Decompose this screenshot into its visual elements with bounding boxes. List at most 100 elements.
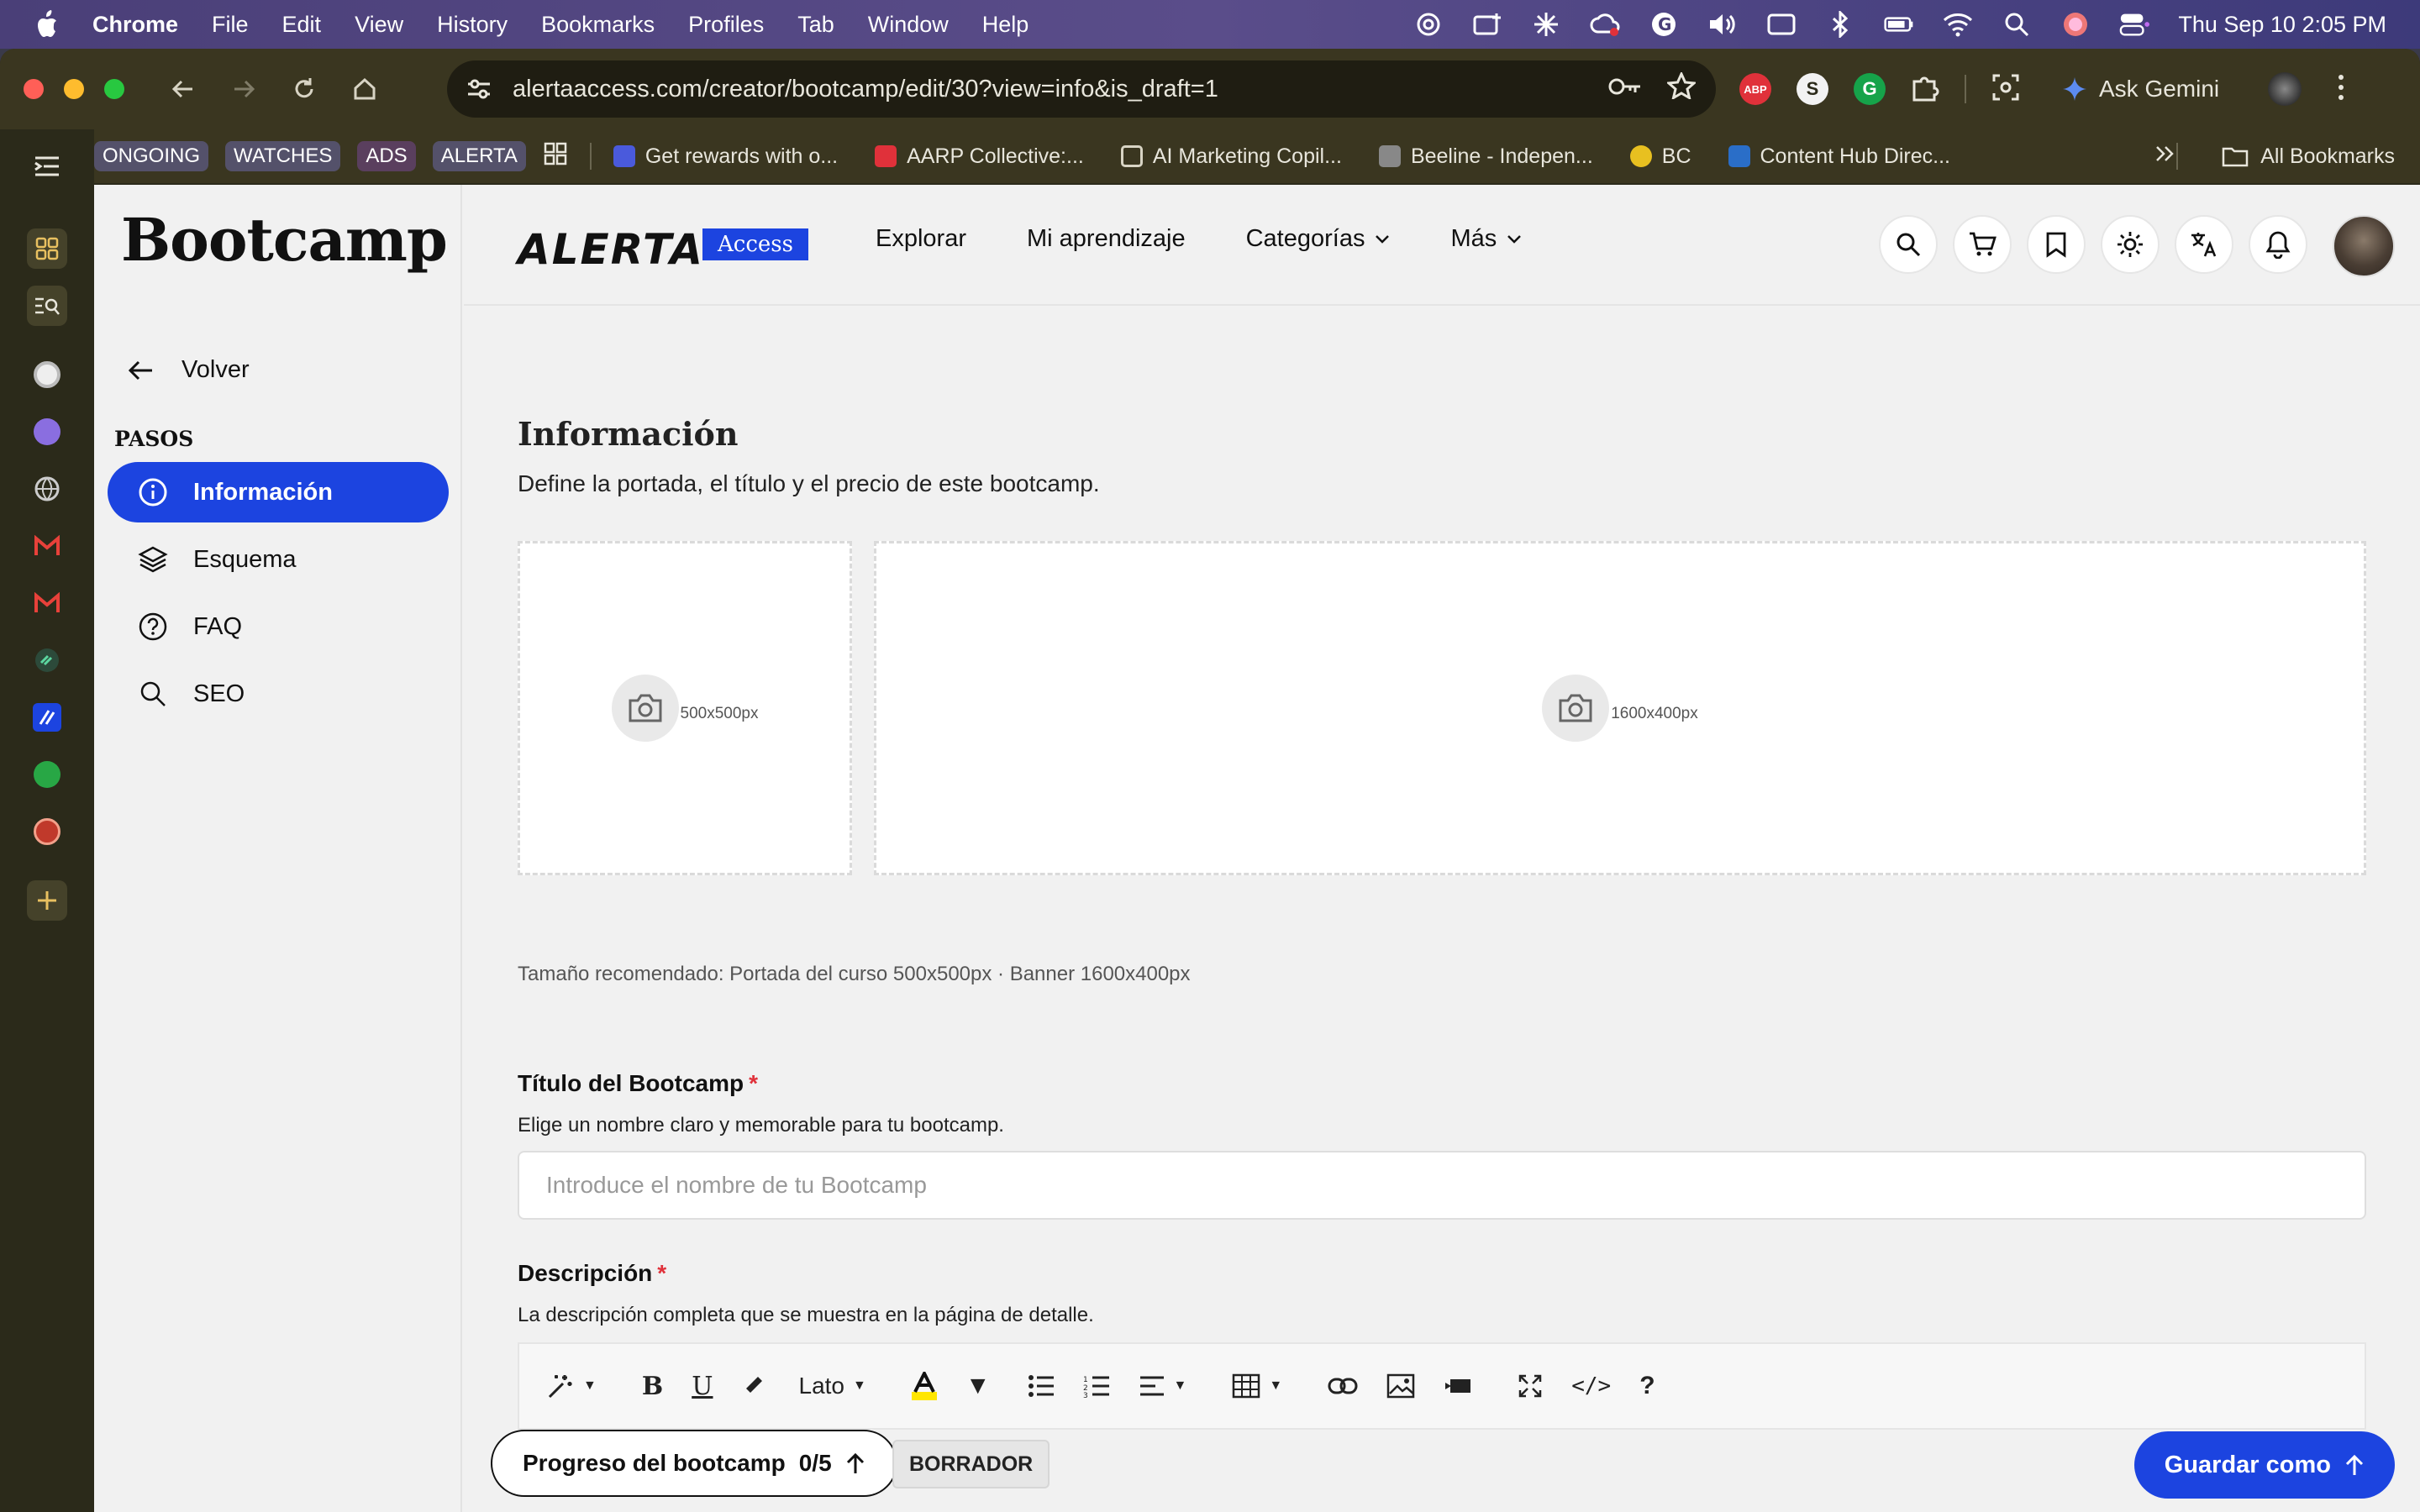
bootcamp-title-input[interactable]: Introduce el nombre de tu Bootcamp: [518, 1151, 2366, 1220]
site-settings-icon[interactable]: [462, 72, 496, 106]
adblock-plus-icon[interactable]: ABP: [1739, 73, 1771, 105]
step-informacion[interactable]: Información: [108, 462, 449, 522]
menu-bookmarks[interactable]: Bookmarks: [541, 12, 655, 38]
bookmark-link-aarp[interactable]: AARP Collective:...: [875, 144, 1084, 169]
zoom-window-button[interactable]: [104, 79, 124, 99]
forward-nav-icon[interactable]: [225, 71, 262, 108]
notifications-button[interactable]: [2249, 215, 2307, 274]
alerta-logo[interactable]: ALERTA: [518, 225, 704, 274]
tab-favicon-globe[interactable]: [27, 469, 67, 509]
menu-app-name[interactable]: Chrome: [92, 12, 178, 38]
minimize-window-button[interactable]: [64, 79, 84, 99]
bookmark-link-beeline[interactable]: Beeline - Indepen...: [1378, 144, 1593, 169]
video-icon[interactable]: [1444, 1376, 1472, 1396]
grammarly-status-icon[interactable]: G: [1649, 9, 1679, 39]
numbered-list-icon[interactable]: 123: [1083, 1374, 1110, 1398]
home-icon[interactable]: [346, 71, 383, 108]
magic-style-dropdown[interactable]: ▼: [546, 1372, 597, 1400]
theme-toggle-button[interactable]: [2101, 215, 2160, 274]
color-caret-down-icon[interactable]: ▼: [965, 1372, 991, 1400]
creative-cloud-icon[interactable]: [1590, 9, 1620, 39]
claude-icon[interactable]: [1531, 9, 1561, 39]
language-button[interactable]: [2175, 215, 2233, 274]
chatgpt-icon[interactable]: [1413, 9, 1444, 39]
reload-icon[interactable]: [286, 71, 323, 108]
address-bar[interactable]: alertaaccess.com/creator/bootcamp/edit/3…: [447, 60, 1716, 118]
code-view-icon[interactable]: </>: [1571, 1373, 1611, 1399]
help-icon[interactable]: ?: [1639, 1372, 1655, 1400]
volume-icon[interactable]: [1707, 9, 1738, 39]
menu-edit[interactable]: Edit: [282, 12, 322, 38]
bookmark-folder-ongoing[interactable]: ONGOING: [94, 141, 209, 171]
keyboard-input-icon[interactable]: [1766, 9, 1797, 39]
chrome-menu-icon[interactable]: [2337, 73, 2345, 106]
link-icon[interactable]: [1328, 1377, 1358, 1395]
step-faq[interactable]: FAQ: [108, 596, 449, 657]
font-family-select[interactable]: Lato ▼: [799, 1373, 866, 1399]
menu-view[interactable]: View: [355, 12, 403, 38]
tab-favicon-red[interactable]: [27, 811, 67, 852]
step-esquema[interactable]: Esquema: [108, 529, 449, 590]
bookmark-link-rewards[interactable]: Get rewards with o...: [613, 144, 838, 169]
all-bookmarks-button[interactable]: All Bookmarks: [2222, 144, 2395, 169]
banner-image-uploader[interactable]: 1600x400px: [874, 541, 2366, 875]
new-tab-plus-icon[interactable]: [27, 880, 67, 921]
password-key-icon[interactable]: [1608, 76, 1642, 103]
bullet-list-icon[interactable]: [1028, 1374, 1055, 1398]
tab-gmail-icon[interactable]: [27, 526, 67, 566]
save-as-button[interactable]: Guardar como: [2133, 1431, 2395, 1499]
progress-button[interactable]: Progreso del bootcamp 0/5: [491, 1430, 897, 1497]
battery-icon[interactable]: [1884, 9, 1914, 39]
bluetooth-icon[interactable]: [1825, 9, 1855, 39]
tab-favicon-1[interactable]: [27, 354, 67, 395]
cart-button[interactable]: [1953, 215, 2012, 274]
chrome-profile-avatar[interactable]: [2268, 72, 2302, 106]
align-dropdown[interactable]: ▼: [1139, 1374, 1186, 1398]
bookmark-star-icon[interactable]: [1665, 71, 1697, 106]
cover-image-uploader[interactable]: 500x500px: [518, 541, 852, 875]
apps-grid-icon[interactable]: [543, 141, 568, 172]
apple-logo-icon[interactable]: [34, 10, 59, 39]
tab-gmail-icon-2[interactable]: [27, 583, 67, 623]
nav-explorar[interactable]: Explorar: [876, 225, 966, 253]
menu-history[interactable]: History: [437, 12, 508, 38]
tab-favicon-link[interactable]: [27, 640, 67, 680]
bookmark-link-bc[interactable]: BC: [1629, 144, 1691, 169]
tab-favicon-alerta[interactable]: [27, 697, 67, 738]
menu-file[interactable]: File: [212, 12, 249, 38]
bold-icon[interactable]: B: [642, 1372, 663, 1401]
nav-mi-aprendizaje[interactable]: Mi aprendizaje: [1027, 225, 1186, 253]
tab-favicon-2[interactable]: [27, 412, 67, 452]
close-window-button[interactable]: [24, 79, 44, 99]
control-center-icon[interactable]: [2119, 9, 2150, 39]
bookmark-folder-ads[interactable]: ADS: [357, 141, 416, 171]
spotlight-search-icon[interactable]: [2002, 9, 2032, 39]
url-text[interactable]: alertaaccess.com/creator/bootcamp/edit/3…: [513, 76, 1218, 103]
tab-favicon-green[interactable]: [27, 754, 67, 795]
bookmark-link-content-hub[interactable]: Content Hub Direc...: [1728, 144, 1950, 169]
screen-add-icon[interactable]: [1472, 9, 1502, 39]
grammarly-extension-icon[interactable]: G: [1854, 73, 1886, 105]
tab-search-icon[interactable]: [27, 286, 67, 326]
step-seo[interactable]: SEO: [108, 664, 449, 724]
wifi-icon[interactable]: [1943, 9, 1973, 39]
bookmark-link-ai-marketing[interactable]: AI Marketing Copil...: [1120, 144, 1342, 169]
screenshot-lens-icon[interactable]: [1991, 73, 2020, 106]
menu-profiles[interactable]: Profiles: [688, 12, 764, 38]
sidebar-toggle-icon[interactable]: [27, 146, 67, 186]
menu-window[interactable]: Window: [868, 12, 949, 38]
table-dropdown[interactable]: ▼: [1232, 1373, 1282, 1399]
extensions-puzzle-icon[interactable]: [1911, 73, 1939, 106]
menu-tab[interactable]: Tab: [797, 12, 834, 38]
user-profile-icon[interactable]: [2060, 9, 2091, 39]
ask-gemini-button[interactable]: Ask Gemini: [2062, 76, 2219, 102]
access-badge[interactable]: Access: [702, 228, 808, 260]
s-extension-icon[interactable]: S: [1797, 73, 1828, 105]
user-avatar[interactable]: [2333, 215, 2395, 277]
nav-mas[interactable]: Más: [1450, 225, 1522, 253]
bookmark-folder-watches[interactable]: WATCHES: [225, 141, 341, 171]
bookmark-folder-alerta[interactable]: ALERTA: [432, 141, 526, 171]
text-color-icon[interactable]: [911, 1372, 937, 1400]
nav-categorias[interactable]: Categorías: [1246, 225, 1391, 253]
fullscreen-icon[interactable]: [1518, 1373, 1543, 1399]
